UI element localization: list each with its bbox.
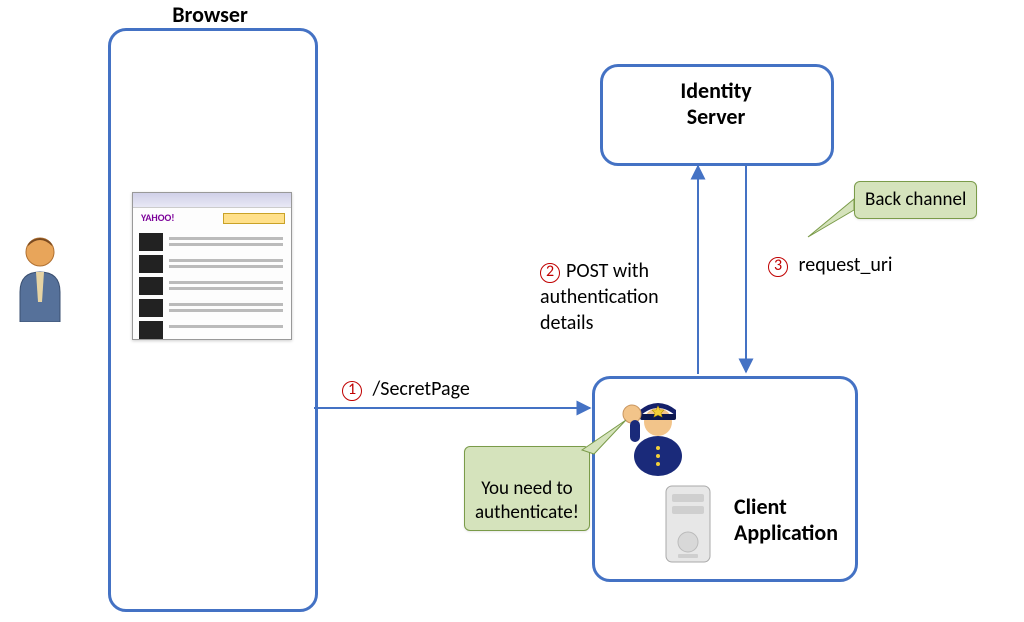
step-3-text: request_uri xyxy=(799,253,893,277)
webpage-thumbnail: YAHOO! xyxy=(132,192,292,340)
step-3-label: 3 request_uri xyxy=(768,252,893,278)
client-app-title: Client Application xyxy=(734,494,854,547)
step-1-number: 1 xyxy=(342,381,362,401)
step-1-text: /SecretPage xyxy=(373,377,470,401)
diagram-stage: Browser YAHOO! Identity Server Client Ap xyxy=(0,0,1024,622)
user-icon xyxy=(14,232,66,322)
back-channel-callout: Back channel xyxy=(854,181,977,219)
need-auth-text: You need to authenticate! xyxy=(475,477,579,524)
need-auth-callout: You need to authenticate! xyxy=(464,446,590,531)
server-icon xyxy=(660,484,716,566)
police-icon xyxy=(618,386,692,478)
step-2-label: 2POST with authentication details xyxy=(540,232,659,336)
step-2-number: 2 xyxy=(540,263,560,283)
step-3-number: 3 xyxy=(768,257,788,277)
step-1-label: 1 /SecretPage xyxy=(342,376,470,402)
identity-server-title: Identity Server xyxy=(636,78,796,131)
back-channel-callout-tail xyxy=(808,199,854,237)
browser-title: Browser xyxy=(150,2,270,28)
back-channel-text: Back channel xyxy=(865,188,966,211)
